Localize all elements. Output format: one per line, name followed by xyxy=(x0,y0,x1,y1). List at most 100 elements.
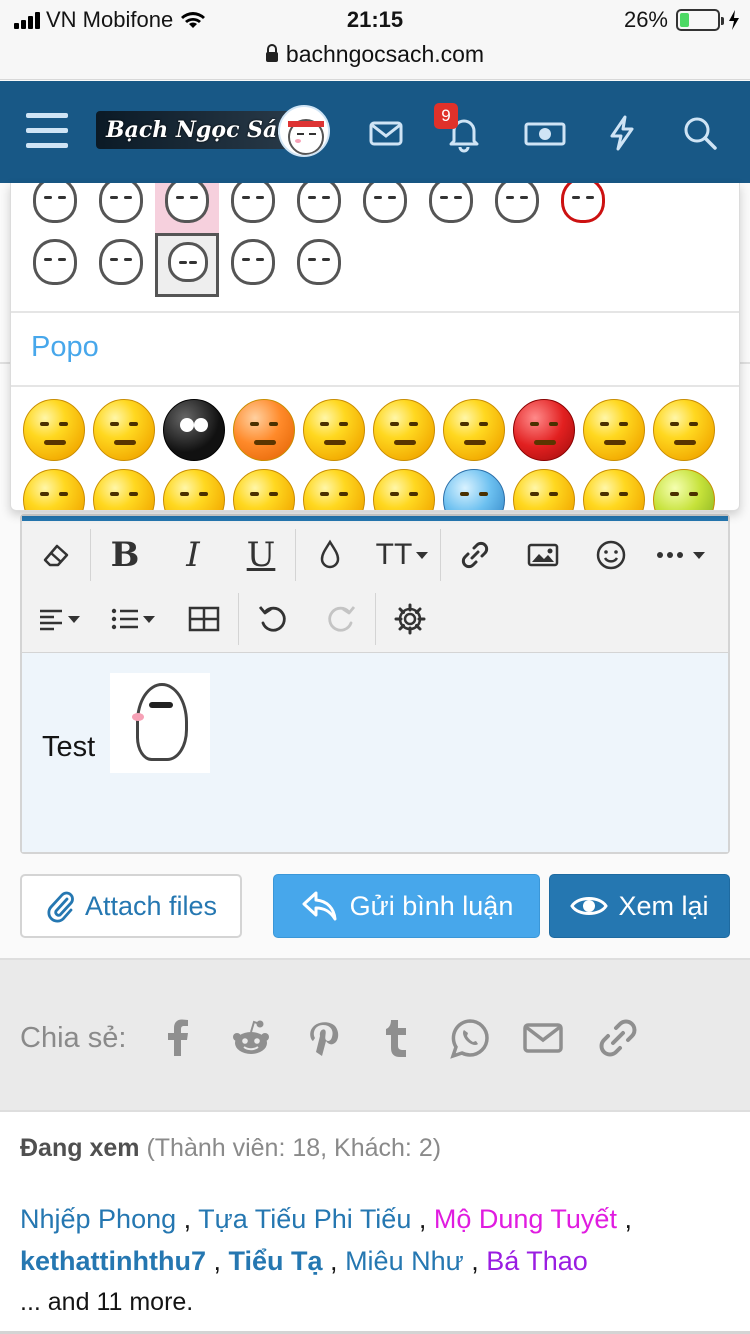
sticker-item[interactable] xyxy=(89,233,153,297)
popo-emoji[interactable] xyxy=(303,399,365,461)
color-drop-icon[interactable] xyxy=(296,527,364,583)
member-link[interactable]: Tựa Tiếu Phi Tiếu xyxy=(198,1204,411,1234)
sticker-item[interactable] xyxy=(287,183,351,235)
sticker-item[interactable] xyxy=(221,183,285,235)
sticker-item[interactable] xyxy=(23,183,87,235)
eye-icon xyxy=(570,897,609,915)
popo-emoji[interactable] xyxy=(583,469,645,510)
member-link[interactable]: kethattinhthu7 xyxy=(20,1246,206,1276)
reply-icon xyxy=(302,891,337,921)
popo-emoji[interactable] xyxy=(373,399,435,461)
popo-emoji[interactable] xyxy=(513,399,575,461)
sticker-item[interactable] xyxy=(221,233,285,297)
facebook-icon[interactable] xyxy=(156,1016,200,1060)
whatsapp-icon[interactable] xyxy=(448,1016,492,1060)
popo-emoji[interactable] xyxy=(443,469,505,510)
popo-emoji[interactable] xyxy=(233,399,295,461)
popo-emoji[interactable] xyxy=(233,469,295,510)
emoji-picker-panel: Popo xyxy=(10,183,740,511)
email-icon[interactable] xyxy=(521,1016,565,1060)
popo-emoji[interactable] xyxy=(303,469,365,510)
popo-emoji[interactable] xyxy=(93,399,155,461)
text-size-label: TT xyxy=(375,538,413,571)
viewing-title: Đang xem xyxy=(20,1134,140,1162)
sticker-item[interactable] xyxy=(89,183,153,235)
settings-icon[interactable] xyxy=(376,591,444,647)
paperclip-icon xyxy=(47,891,74,923)
menu-icon[interactable] xyxy=(26,113,68,149)
editor-content-area[interactable]: Test xyxy=(22,652,728,852)
bolt-icon[interactable] xyxy=(600,111,644,155)
url-text: bachngocsach.com xyxy=(285,41,485,67)
submit-comment-label: Gửi bình luận xyxy=(349,890,514,921)
eraser-icon[interactable] xyxy=(22,527,90,583)
status-bar: VN Mobifone 21:15 26% bachngocsach.com xyxy=(0,0,750,80)
bold-icon[interactable]: B xyxy=(91,527,159,583)
attach-files-button[interactable]: Attach files xyxy=(20,874,242,938)
table-icon[interactable] xyxy=(170,591,238,647)
text-size-icon[interactable]: TT xyxy=(364,527,440,583)
share-section: Chia sẻ: xyxy=(0,958,750,1112)
member-link[interactable]: Mộ Dung Tuyết xyxy=(434,1204,617,1234)
member-link[interactable]: Bá Thao xyxy=(486,1246,588,1276)
smiley-icon[interactable] xyxy=(577,527,645,583)
sticker-item[interactable] xyxy=(485,183,549,235)
link-icon[interactable] xyxy=(441,527,509,583)
reddit-icon[interactable] xyxy=(229,1016,273,1060)
popo-emoji[interactable] xyxy=(653,399,715,461)
address-bar[interactable]: bachngocsach.com xyxy=(0,41,750,68)
image-icon[interactable] xyxy=(509,527,577,583)
currently-viewing-section: Đang xem (Thành viên: 18, Khách: 2) Nhjế… xyxy=(0,1112,750,1334)
popo-emoji[interactable] xyxy=(373,469,435,510)
more-icon[interactable] xyxy=(645,527,715,583)
member-link[interactable]: Nhjếp Phong xyxy=(20,1204,176,1234)
submit-comment-button[interactable]: Gửi bình luận xyxy=(273,874,540,938)
popo-emoji[interactable] xyxy=(583,399,645,461)
editor-toolbar-row: B I U TT xyxy=(22,524,728,586)
undo-icon[interactable] xyxy=(239,591,307,647)
member-link[interactable]: Miêu Như xyxy=(345,1246,464,1276)
preview-button[interactable]: Xem lại xyxy=(549,874,730,938)
viewing-counts: (Thành viên: 18, Khách: 2) xyxy=(146,1134,442,1162)
battery-status: 26% xyxy=(624,7,740,33)
popo-emoji[interactable] xyxy=(23,399,85,461)
viewing-header: Đang xem (Thành viên: 18, Khách: 2) xyxy=(20,1134,441,1163)
panel-divider xyxy=(11,311,739,313)
tumblr-icon[interactable] xyxy=(375,1016,419,1060)
mail-icon[interactable] xyxy=(364,111,408,155)
underline-icon[interactable]: U xyxy=(227,527,295,583)
sticker-item[interactable] xyxy=(23,233,87,297)
popo-emoji[interactable] xyxy=(163,399,225,461)
cash-icon[interactable] xyxy=(522,111,568,155)
rich-text-editor: B I U TT Test xyxy=(20,514,730,854)
avatar[interactable] xyxy=(278,105,330,157)
member-link[interactable]: Tiểu Tạ xyxy=(229,1246,323,1276)
redo-icon[interactable] xyxy=(307,591,375,647)
inserted-sticker-image[interactable] xyxy=(110,673,210,773)
sticker-item[interactable] xyxy=(419,183,483,235)
sticker-item[interactable] xyxy=(353,183,417,235)
italic-icon[interactable]: I xyxy=(159,527,227,583)
battery-icon xyxy=(676,9,724,31)
search-icon[interactable] xyxy=(678,111,722,155)
lock-icon xyxy=(265,44,278,62)
popo-emoji[interactable] xyxy=(93,469,155,510)
popo-emoji[interactable] xyxy=(163,469,225,510)
popo-emoji[interactable] xyxy=(653,469,715,510)
popo-emoji[interactable] xyxy=(443,399,505,461)
site-header: Bạch Ngọc Sách 9 xyxy=(0,81,750,183)
popo-emoji[interactable] xyxy=(513,469,575,510)
popo-emoji[interactable] xyxy=(23,469,85,510)
share-label: Chia sẻ: xyxy=(20,1022,127,1054)
list-icon[interactable] xyxy=(96,591,170,647)
charging-icon xyxy=(729,10,739,30)
sticker-item[interactable] xyxy=(155,183,219,235)
pinterest-icon[interactable] xyxy=(302,1016,346,1060)
link-icon[interactable] xyxy=(596,1016,640,1060)
sticker-item[interactable] xyxy=(287,233,351,297)
align-icon[interactable] xyxy=(22,591,96,647)
editor-content-text: Test xyxy=(42,731,96,763)
sticker-item[interactable] xyxy=(551,183,615,235)
popo-emoji-row xyxy=(23,399,715,461)
sticker-item[interactable] xyxy=(155,233,219,297)
